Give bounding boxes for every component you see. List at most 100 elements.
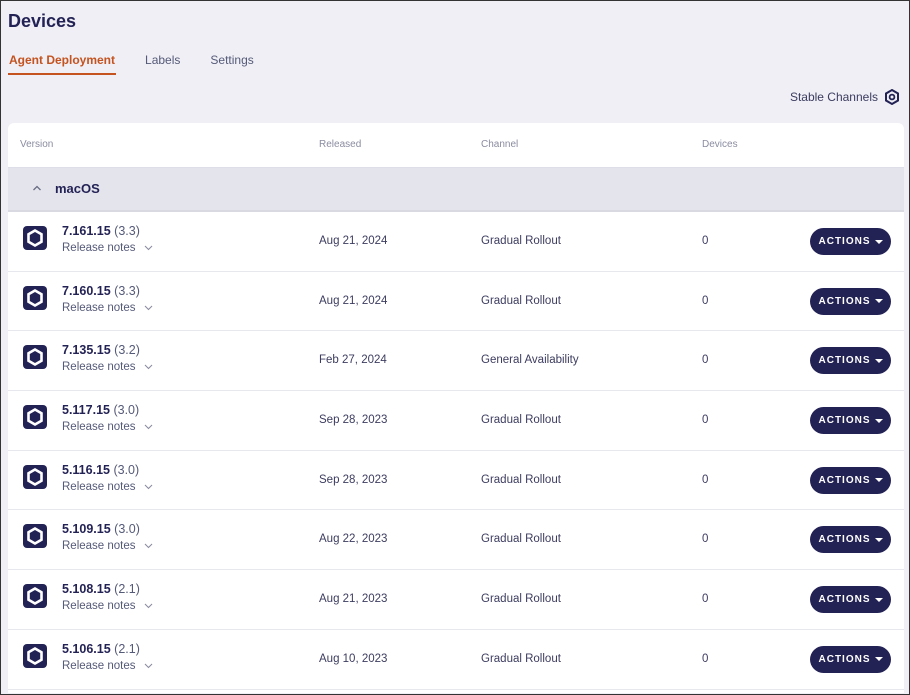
released-date: Aug 10, 2023	[319, 652, 388, 665]
table-row: 5.108.15 (2.1) Release notes Aug 21, 202…	[8, 570, 904, 630]
chevron-up-icon	[33, 185, 41, 191]
version-number: 7.135.15	[62, 343, 111, 358]
chevron-down-icon	[144, 245, 152, 251]
released-date: Sep 28, 2023	[319, 414, 388, 427]
actions-button[interactable]: ACTIONS	[810, 466, 891, 494]
table-row: 5.109.15 (3.0) Release notes Aug 22, 202…	[8, 510, 904, 571]
release-notes-label: Release notes	[62, 242, 136, 254]
release-notes-toggle[interactable]: Release notes	[62, 421, 153, 433]
actions-button[interactable]: ACTIONS	[810, 407, 891, 435]
actions-button[interactable]: ACTIONS	[810, 526, 891, 554]
caret-down-icon	[874, 597, 883, 602]
channel-value: Gradual Rollout	[481, 294, 561, 307]
version-number: 5.108.15	[62, 582, 111, 597]
agent-app-icon	[23, 345, 47, 370]
version-sub: (3.0)	[114, 522, 140, 537]
actions-button[interactable]: ACTIONS	[810, 347, 891, 375]
agent-app-icon	[23, 584, 47, 609]
release-notes-label: Release notes	[62, 659, 136, 672]
chevron-down-icon	[144, 484, 152, 490]
devices-count: 0	[702, 414, 709, 427]
column-header-devices: Devices	[702, 139, 738, 150]
version-sub: (3.0)	[113, 403, 140, 418]
table-body: 7.161.15 (3.3) Release notes Aug 21, 202…	[8, 212, 904, 690]
chevron-down-icon	[144, 364, 152, 370]
version-number: 7.161.15	[62, 224, 111, 238]
release-notes-toggle[interactable]: Release notes	[62, 481, 153, 493]
group-label: macOS	[55, 181, 100, 196]
version-sub: (2.1)	[114, 582, 140, 597]
tab-agent-deployment[interactable]: Agent Deployment	[8, 51, 117, 75]
version-label: 5.106.15 (2.1)	[62, 642, 140, 656]
channel-value: Gradual Rollout	[481, 593, 561, 606]
release-notes-toggle[interactable]: Release notes	[62, 242, 153, 254]
released-date: Aug 21, 2024	[319, 294, 388, 307]
table-row: 7.135.15 (3.2) Release notes Feb 27, 202…	[8, 331, 904, 392]
actions-label: ACTIONS	[818, 594, 871, 606]
table-row: 7.160.15 (3.3) Release notes Aug 21, 202…	[8, 272, 904, 332]
group-row-macos[interactable]: macOS	[8, 167, 904, 212]
agent-app-icon	[23, 226, 47, 250]
release-notes-label: Release notes	[62, 600, 136, 613]
release-notes-toggle[interactable]: Release notes	[62, 540, 153, 552]
tab-bar: Agent Deployment Labels Settings	[8, 51, 283, 75]
release-notes-toggle[interactable]: Release notes	[62, 302, 153, 314]
released-date: Aug 21, 2023	[319, 593, 388, 606]
version-label: 5.108.15 (2.1)	[62, 582, 140, 596]
release-notes-toggle[interactable]: Release notes	[62, 660, 153, 672]
caret-down-icon	[874, 478, 883, 483]
chevron-down-icon	[144, 663, 152, 669]
actions-label: ACTIONS	[818, 415, 871, 427]
chevron-down-icon	[144, 305, 152, 310]
devices-count: 0	[702, 473, 709, 486]
table-row: 5.117.15 (3.0) Release notes Sep 28, 202…	[8, 391, 904, 451]
version-label: 5.117.15 (3.0)	[62, 403, 139, 417]
chevron-down-icon	[144, 424, 152, 430]
tab-settings[interactable]: Settings	[209, 51, 254, 75]
actions-button[interactable]: ACTIONS	[810, 586, 891, 614]
table-row: 7.161.15 (3.3) Release notes Aug 21, 202…	[8, 212, 904, 272]
release-notes-label: Release notes	[62, 421, 136, 434]
caret-down-icon	[874, 299, 883, 304]
released-date: Sep 28, 2023	[319, 473, 388, 486]
caret-down-icon	[874, 657, 883, 662]
agent-app-icon	[23, 524, 47, 549]
version-sub: (3.0)	[113, 462, 140, 477]
agent-app-icon	[23, 405, 47, 430]
version-sub: (3.2)	[114, 343, 140, 358]
release-notes-label: Release notes	[62, 540, 136, 553]
version-sub: (3.3)	[114, 283, 140, 298]
released-date: Feb 27, 2024	[319, 354, 387, 367]
agent-app-icon	[23, 643, 47, 668]
version-label: 7.161.15 (3.3)	[62, 224, 140, 238]
devices-count: 0	[702, 533, 709, 546]
tab-labels[interactable]: Labels	[144, 51, 181, 75]
actions-label: ACTIONS	[818, 236, 871, 247]
actions-label: ACTIONS	[818, 355, 871, 367]
channel-value: Gradual Rollout	[481, 235, 561, 247]
version-number: 5.109.15	[62, 522, 111, 537]
agent-app-icon	[23, 464, 47, 489]
column-header-channel: Channel	[481, 139, 519, 150]
devices-count: 0	[702, 354, 709, 367]
actions-label: ACTIONS	[818, 534, 871, 546]
agent-app-icon	[23, 285, 47, 310]
actions-label: ACTIONS	[818, 474, 871, 486]
stable-channels-link[interactable]: Stable Channels	[790, 89, 900, 105]
table-row: 5.116.15 (3.0) Release notes Sep 28, 202…	[8, 451, 904, 511]
actions-button[interactable]: ACTIONS	[810, 287, 891, 315]
version-number: 7.160.15	[62, 283, 111, 298]
devices-count: 0	[702, 235, 709, 247]
page-title: Devices	[8, 11, 77, 31]
actions-button[interactable]: ACTIONS	[810, 645, 891, 673]
caret-down-icon	[874, 239, 883, 244]
versions-table: Version Released Channel Devices macOS 7…	[8, 123, 904, 693]
hexagon-settings-icon	[885, 89, 899, 105]
caret-down-icon	[874, 358, 883, 363]
release-notes-toggle[interactable]: Release notes	[62, 600, 153, 612]
release-notes-toggle[interactable]: Release notes	[62, 361, 153, 373]
devices-count: 0	[702, 652, 709, 665]
version-label: 5.116.15 (3.0)	[62, 463, 139, 477]
stable-channels-label: Stable Channels	[789, 90, 878, 104]
actions-button[interactable]: ACTIONS	[810, 228, 891, 255]
